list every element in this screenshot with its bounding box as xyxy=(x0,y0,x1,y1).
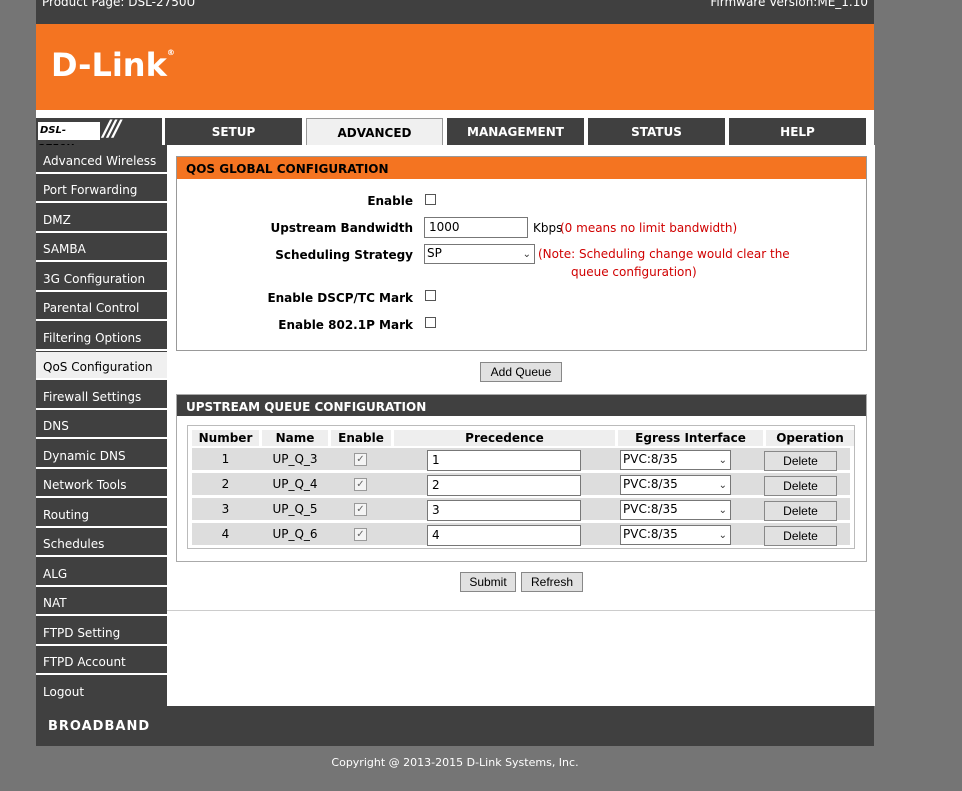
sidebar-item-firewall-settings[interactable]: Firewall Settings xyxy=(36,382,167,410)
row-egress-select[interactable]: PVC:8/35 ⌄ xyxy=(620,475,731,495)
add-queue-button[interactable]: Add Queue xyxy=(480,362,562,382)
sidebar-item-ftpd-account[interactable]: FTPD Account xyxy=(36,647,167,675)
main-content: QOS GLOBAL CONFIGURATION Enable Upstream… xyxy=(167,145,875,706)
copyright-text: Copyright @ 2013-2015 D-Link Systems, In… xyxy=(331,756,579,769)
row-name: UP_Q_5 xyxy=(272,502,318,516)
sidebar-item-3g-configuration[interactable]: 3G Configuration xyxy=(36,264,167,292)
qos-global-section: QOS GLOBAL CONFIGURATION Enable Upstream… xyxy=(176,156,867,351)
enable-checkbox[interactable] xyxy=(425,194,436,205)
row-name: UP_Q_6 xyxy=(272,527,318,541)
tab-advanced[interactable]: ADVANCED xyxy=(306,118,443,145)
chevron-down-icon: ⌄ xyxy=(522,249,531,260)
sidebar-item-port-forwarding[interactable]: Port Forwarding xyxy=(36,175,167,203)
enable-8021p-label: Enable 802.1P Mark xyxy=(278,318,413,332)
row-number: 4 xyxy=(221,527,230,541)
scheduling-strategy-value: SP xyxy=(427,246,442,260)
col-operation-header: Operation xyxy=(766,430,854,446)
sidebar-item-dmz[interactable]: DMZ xyxy=(36,205,167,233)
sidebar-item-ftpd-setting[interactable]: FTPD Setting xyxy=(36,618,167,646)
enable-8021p-checkbox[interactable] xyxy=(425,317,436,328)
tab-help[interactable]: HELP xyxy=(729,118,866,145)
sidebar-item-nat[interactable]: NAT xyxy=(36,588,167,616)
row-egress-select[interactable]: PVC:8/35 ⌄ xyxy=(620,500,731,520)
upstream-unit-label: Kbps xyxy=(533,221,563,235)
refresh-button[interactable]: Refresh xyxy=(521,572,583,592)
sidebar-item-alg[interactable]: ALG xyxy=(36,559,167,587)
tab-management[interactable]: MANAGEMENT xyxy=(447,118,584,145)
tab-setup[interactable]: SETUP xyxy=(165,118,302,145)
row-delete-button[interactable]: Delete xyxy=(764,476,837,496)
model-label: DSL-2750U xyxy=(38,122,100,154)
chevron-down-icon: ⌄ xyxy=(718,455,727,466)
chevron-down-icon: ⌄ xyxy=(718,480,727,491)
col-egress-header: Egress Interface xyxy=(618,430,763,446)
row-precedence-input[interactable]: 3 xyxy=(427,500,581,521)
row-precedence-input[interactable]: 4 xyxy=(427,525,581,546)
row-enable-checkbox[interactable]: ✓ xyxy=(354,528,367,541)
submit-button[interactable]: Submit xyxy=(460,572,516,592)
tab-status[interactable]: STATUS xyxy=(588,118,725,145)
scheduling-strategy-label: Scheduling Strategy xyxy=(275,248,413,262)
sidebar-item-network-tools[interactable]: Network Tools xyxy=(36,470,167,498)
row-number: 3 xyxy=(221,502,230,516)
row-number: 2 xyxy=(221,477,230,491)
row-enable-checkbox[interactable]: ✓ xyxy=(354,478,367,491)
upstream-queue-title: UPSTREAM QUEUE CONFIGURATION xyxy=(177,395,866,416)
col-precedence-header: Precedence xyxy=(394,430,615,446)
qos-global-title: QOS GLOBAL CONFIGURATION xyxy=(177,157,866,179)
brand-header: D-Link® xyxy=(36,24,874,110)
sidebar-item-filtering-options[interactable]: Filtering Options xyxy=(36,323,167,351)
col-number-header: Number xyxy=(192,430,259,446)
sidebar-item-logout[interactable]: Logout xyxy=(36,677,167,705)
sidebar-item-schedules[interactable]: Schedules xyxy=(36,529,167,557)
sidebar-item-qos-configuration[interactable]: QoS Configuration xyxy=(36,352,167,380)
scheduling-note-line2: queue configuration) xyxy=(571,265,697,279)
main-tab-bar: DSL-2750U /// SETUP ADVANCED MANAGEMENT … xyxy=(36,117,874,154)
row-enable-checkbox[interactable]: ✓ xyxy=(354,503,367,516)
sidebar-item-routing[interactable]: Routing xyxy=(36,500,167,528)
row-egress-select[interactable]: PVC:8/35 ⌄ xyxy=(620,525,731,545)
scheduling-strategy-select[interactable]: SP ⌄ xyxy=(424,244,535,264)
content-area: QOS GLOBAL CONFIGURATION Enable Upstream… xyxy=(167,145,875,611)
product-page-label: Product Page: DSL-2750U xyxy=(42,0,196,9)
row-name: UP_Q_3 xyxy=(272,452,318,466)
top-info-bar: Product Page: DSL-2750U Firmware Version… xyxy=(36,0,874,24)
row-enable-checkbox[interactable]: ✓ xyxy=(354,453,367,466)
row-number: 1 xyxy=(221,452,230,466)
upstream-bandwidth-label: Upstream Bandwidth xyxy=(270,221,414,235)
sidebar-item-dynamic-dns[interactable]: Dynamic DNS xyxy=(36,441,167,469)
model-slash-decoration: /// xyxy=(103,117,121,142)
footer-bar: BROADBAND xyxy=(36,706,874,746)
model-badge: DSL-2750U /// xyxy=(36,117,162,154)
enable-label: Enable xyxy=(367,194,413,208)
scheduling-note-line1: (Note: Scheduling change would clear the xyxy=(538,247,790,261)
row-delete-button[interactable]: Delete xyxy=(764,451,837,471)
chevron-down-icon: ⌄ xyxy=(718,505,727,516)
row-delete-button[interactable]: Delete xyxy=(764,501,837,521)
sidebar-nav: Advanced Wireless Port Forwarding DMZ SA… xyxy=(36,145,167,706)
header-divider xyxy=(36,110,874,118)
col-enable-header: Enable xyxy=(331,430,391,446)
upstream-bandwidth-input[interactable]: 1000 xyxy=(424,217,528,238)
enable-dscp-checkbox[interactable] xyxy=(425,290,436,301)
row-delete-button[interactable]: Delete xyxy=(764,526,837,546)
enable-dscp-label: Enable DSCP/TC Mark xyxy=(267,291,413,305)
firmware-version-label: Firmware Version:ME_1.10 xyxy=(710,0,868,9)
row-precedence-input[interactable]: 2 xyxy=(427,475,581,496)
row-egress-select[interactable]: PVC:8/35 ⌄ xyxy=(620,450,731,470)
upstream-bandwidth-note: (0 means no limit bandwidth) xyxy=(560,221,738,235)
col-name-header: Name xyxy=(262,430,328,446)
row-name: UP_Q_4 xyxy=(272,477,318,491)
upstream-queue-table: Number Name Enable Precedence Egress Int… xyxy=(187,425,855,549)
row-precedence-input[interactable]: 1 xyxy=(427,450,581,471)
sidebar-item-dns[interactable]: DNS xyxy=(36,411,167,439)
broadband-label: BROADBAND xyxy=(48,719,151,734)
sidebar-item-samba[interactable]: SAMBA xyxy=(36,234,167,262)
sidebar-item-advanced-wireless[interactable]: Advanced Wireless xyxy=(36,146,167,174)
dlink-logo: D-Link® xyxy=(51,46,175,84)
chevron-down-icon: ⌄ xyxy=(718,530,727,541)
sidebar-item-parental-control[interactable]: Parental Control xyxy=(36,293,167,321)
